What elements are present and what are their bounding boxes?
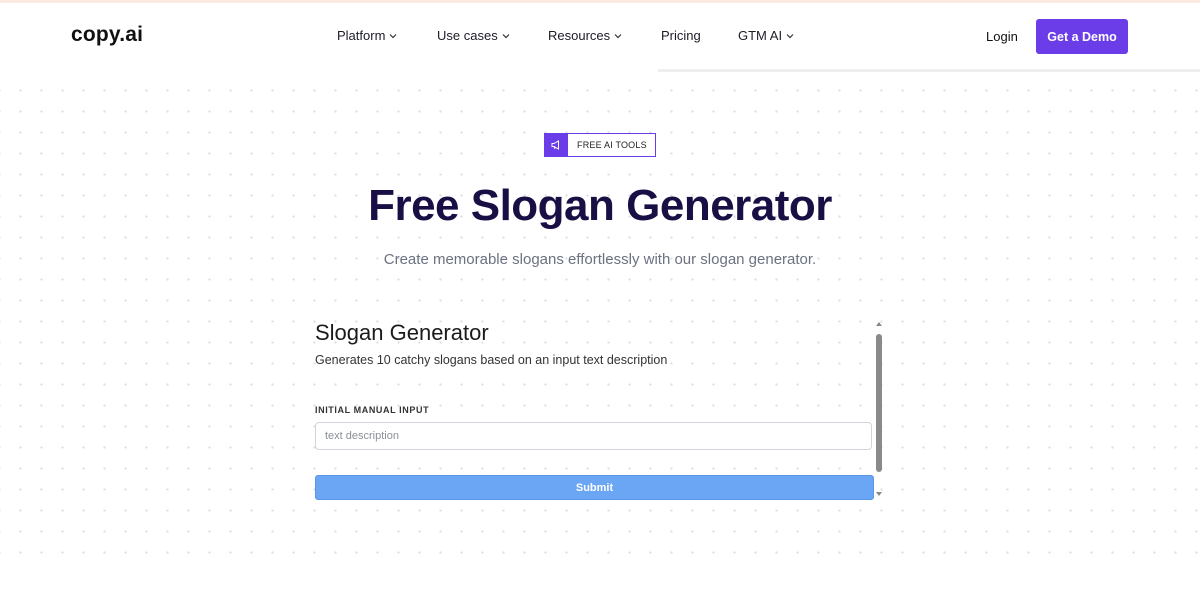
nav-item-label: Resources <box>548 28 611 43</box>
chevron-down-icon <box>614 33 622 38</box>
logo[interactable]: copy.ai <box>71 23 143 47</box>
input-label: INITIAL MANUAL INPUT <box>315 405 430 415</box>
tool-description: Generates 10 catchy slogans based on an … <box>315 353 668 367</box>
nav-item-label: Use cases <box>437 28 498 43</box>
nav-item-platform[interactable]: Platform <box>337 28 397 43</box>
chevron-down-icon <box>389 33 397 38</box>
scroll-up-arrow-icon[interactable] <box>876 322 882 326</box>
badge-label: FREE AI TOOLS <box>577 140 647 150</box>
nav-item-pricing[interactable]: Pricing <box>661 28 701 43</box>
tool-title: Slogan Generator <box>315 320 489 345</box>
login-link[interactable]: Login <box>986 29 1018 44</box>
nav-item-use-cases[interactable]: Use cases <box>437 28 510 43</box>
nav-item-resources[interactable]: Resources <box>548 28 622 43</box>
slogan-generator-panel: Slogan Generator Generates 10 catchy slo… <box>315 318 875 508</box>
scroll-down-arrow-icon[interactable] <box>876 492 882 496</box>
get-demo-button[interactable]: Get a Demo <box>1036 19 1128 54</box>
scrollbar-thumb[interactable] <box>876 334 882 472</box>
panel-scrollbar[interactable] <box>875 322 883 498</box>
site-header: copy.ai Platform Use cases Resources Pri… <box>0 3 1200 69</box>
submit-button[interactable]: Submit <box>315 475 874 500</box>
header-shadow <box>658 69 1200 72</box>
nav-item-label: GTM AI <box>738 28 783 43</box>
chevron-down-icon <box>502 33 510 38</box>
page-title: Free Slogan Generator <box>368 181 832 230</box>
text-description-input[interactable] <box>315 422 872 450</box>
chevron-down-icon <box>786 33 794 38</box>
nav-item-label: Pricing <box>661 28 701 43</box>
nav-item-gtm-ai[interactable]: GTM AI <box>738 28 794 43</box>
nav-item-label: Platform <box>337 28 386 43</box>
page-subtitle: Create memorable slogans effortlessly wi… <box>383 251 817 268</box>
megaphone-icon <box>544 132 568 157</box>
free-ai-tools-badge[interactable]: FREE AI TOOLS <box>544 132 656 157</box>
